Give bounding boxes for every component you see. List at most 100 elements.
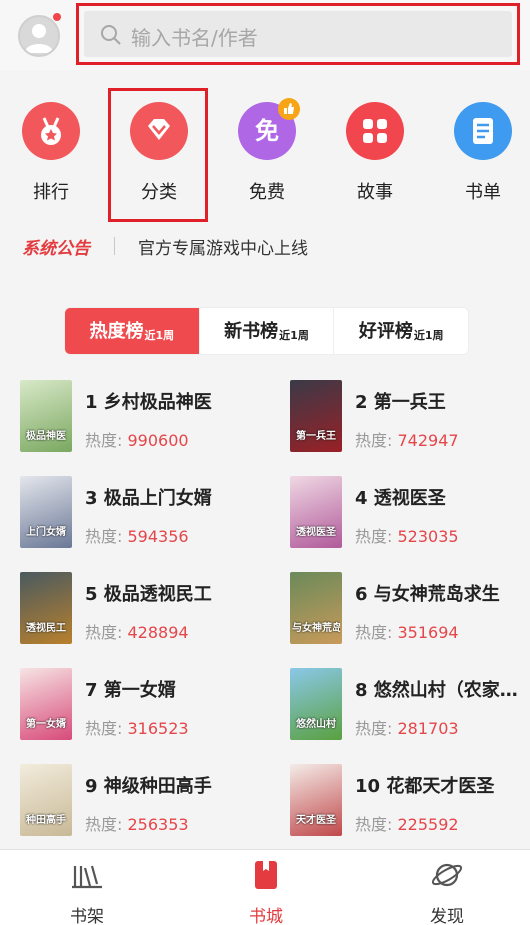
heat-label: 热度: [355,815,393,834]
grid-icon [346,102,404,160]
nav-label: 书单 [465,182,501,203]
book-item[interactable]: 第一女婿 7 第一女婿 热度: 316523 [20,668,270,744]
tab-label: 热度榜 [89,321,144,342]
book-title[interactable]: 2 第一兵王 [355,388,530,414]
tabbar-discover[interactable]: 发现 [397,858,497,925]
book-item[interactable]: 上门女婿 3 极品上门女婿 热度: 594356 [20,476,270,552]
nav-booklist[interactable]: 书单 [438,102,528,204]
tab-new[interactable]: 新书榜 近1周 [200,308,335,354]
top-bar: 输入书名/作者 [0,0,530,70]
book-heat: 热度: 281703 [355,715,459,739]
heat-value: 523035 [397,527,459,546]
tab-sublabel: 近1周 [279,329,309,342]
bookshelf-icon [72,865,102,889]
tab-sublabel: 近1周 [144,329,175,342]
notice-tag: 系统公告 [22,239,90,259]
book-item[interactable]: 极品神医 1 乡村极品神医热度: 990600 [20,380,270,456]
search-input[interactable]: 输入书名/作者 [84,11,512,57]
user-avatar[interactable] [18,15,60,57]
cover-title: 第一兵王 [296,431,336,442]
booklist-icon [454,102,512,160]
thumbs-up-icon [278,98,300,120]
book-heat: 热度: 742947 [355,427,459,451]
tab-label: 新书榜 [224,321,279,342]
tabbar-label: 发现 [430,907,464,925]
book-heat: 热度: 428894 [85,619,189,643]
book-title[interactable]: 1 乡村极品神医 [85,388,265,414]
book-title[interactable]: 3 极品上门女婿 [85,484,265,510]
book-cover[interactable]: 天才医圣 [290,764,342,836]
book-item[interactable]: 天才医圣 10 花都天才医圣 热度: 225592 [290,764,530,840]
notification-dot [53,13,61,21]
tab-rating[interactable]: 好评榜 近1周 [334,308,468,354]
heat-value: 281703 [397,719,459,738]
book-cover[interactable]: 第一女婿 [20,668,72,740]
nav-ranking[interactable]: 排行 [6,102,96,204]
cover-title: 种田高手 [26,815,66,826]
book-cover[interactable]: 第一兵王 [290,380,342,452]
book-title[interactable]: 5 极品透视民工 [85,580,265,606]
free-icon: 免 [238,98,300,160]
book-cover[interactable]: 悠然山村 [290,668,342,740]
nav-label: 排行 [33,182,69,203]
book-item[interactable]: 种田高手 9 神级种田高手 热度: 256353 [20,764,270,840]
nav-stories[interactable]: 故事 [330,102,420,204]
cover-title: 天才医圣 [296,815,336,826]
heat-label: 热度: [85,623,123,642]
book-item[interactable]: 透视医圣 4 透视医圣 热度: 523035 [290,476,530,552]
heat-value: 990600 [127,431,189,450]
book-item[interactable]: 悠然山村 8 悠然山村（农家小医） 热度: 281703 [290,668,530,744]
book-title[interactable]: 7 第一女婿 [85,676,265,702]
heat-value: 351694 [397,623,459,642]
tab-hot[interactable]: 热度榜 近1周 [65,308,200,354]
cover-title: 上门女婿 [26,527,66,538]
book-title[interactable]: 10 花都天才医圣 [355,772,530,798]
book-cover[interactable]: 极品神医 [20,380,72,452]
cover-title: 第一女婿 [26,719,66,730]
book-heat: 热度: 351694 [355,619,459,643]
bottom-tab-bar: 书架 书城 发现 [0,849,530,925]
tabbar-label: 书架 [70,907,104,925]
book-item[interactable]: 第一兵王 2 第一兵王 热度: 742947 [290,380,530,456]
system-notice[interactable]: 系统公告 官方专属游戏中心上线 [0,228,530,262]
cover-title: 与女神荒岛 [292,623,340,634]
book-cover[interactable]: 种田高手 [20,764,72,836]
search-icon [101,25,121,45]
book-title[interactable]: 4 透视医圣 [355,484,530,510]
notice-text: 官方专属游戏中心上线 [138,239,308,259]
book-title[interactable]: 6 与女神荒岛求生 [355,580,530,606]
cover-title: 透视民工 [26,623,66,634]
book-cover[interactable]: 上门女婿 [20,476,72,548]
tab-label: 好评榜 [358,321,413,342]
book-heat: 热度: 225592 [355,811,459,835]
heat-label: 热度: [355,431,393,450]
heat-value: 316523 [127,719,189,738]
book-heat: 热度: 594356 [85,523,189,547]
heat-label: 热度: [85,815,123,834]
book-title[interactable]: 9 神级种田高手 [85,772,265,798]
heat-label: 热度: [85,431,123,450]
user-icon [25,24,53,53]
nav-free[interactable]: 免 免费 [222,98,312,204]
category-nav: 排行 分类 免 免费 故事 书单 [0,70,530,220]
tabbar-bookshelf[interactable]: 书架 [37,858,137,925]
book-item[interactable]: 透视民工 5 极品透视民工 热度: 428894 [20,572,270,648]
heat-label: 热度: [85,719,123,738]
nav-label: 故事 [357,182,393,203]
cover-title: 悠然山村 [296,719,336,730]
tabbar-bookstore[interactable]: 书城 [216,858,316,925]
book-heat: 热度: 523035 [355,523,459,547]
heat-value: 594356 [127,527,189,546]
nav-label: 免费 [249,182,285,203]
search-placeholder: 输入书名/作者 [131,26,258,50]
book-cover[interactable]: 与女神荒岛 [290,572,342,644]
book-heat: 热度: 316523 [85,715,189,739]
book-item[interactable]: 与女神荒岛 6 与女神荒岛求生 热度: 351694 [290,572,530,648]
planet-icon [431,863,463,887]
heat-label: 热度: [355,719,393,738]
book-title[interactable]: 8 悠然山村（农家小医） [355,676,530,702]
book-cover[interactable]: 透视民工 [20,572,72,644]
heat-label: 热度: [355,623,393,642]
cover-title: 极品神医 [26,431,66,442]
book-cover[interactable]: 透视医圣 [290,476,342,548]
